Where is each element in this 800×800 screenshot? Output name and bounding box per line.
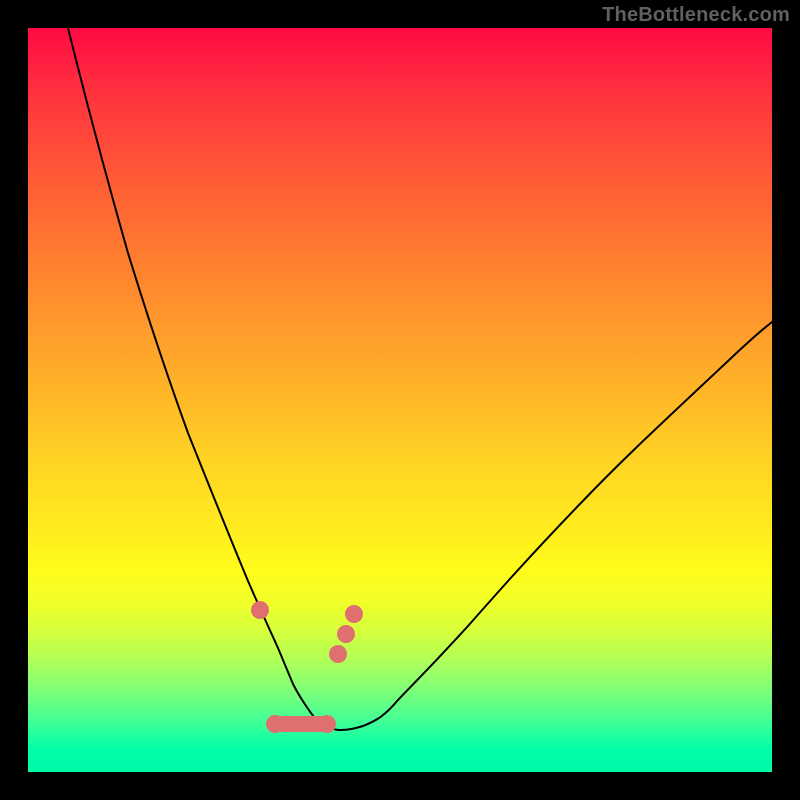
marker-bottom-right xyxy=(318,715,336,733)
marker-right-3 xyxy=(329,645,347,663)
marker-left xyxy=(251,601,269,619)
marker-right-1 xyxy=(345,605,363,623)
bottleneck-curve xyxy=(68,28,772,730)
watermark-text: TheBottleneck.com xyxy=(602,4,790,27)
plot-area xyxy=(28,28,772,772)
marker-bottom-left xyxy=(266,715,284,733)
chart-frame: TheBottleneck.com xyxy=(0,0,800,800)
curve-svg xyxy=(28,28,772,772)
marker-right-2 xyxy=(337,625,355,643)
